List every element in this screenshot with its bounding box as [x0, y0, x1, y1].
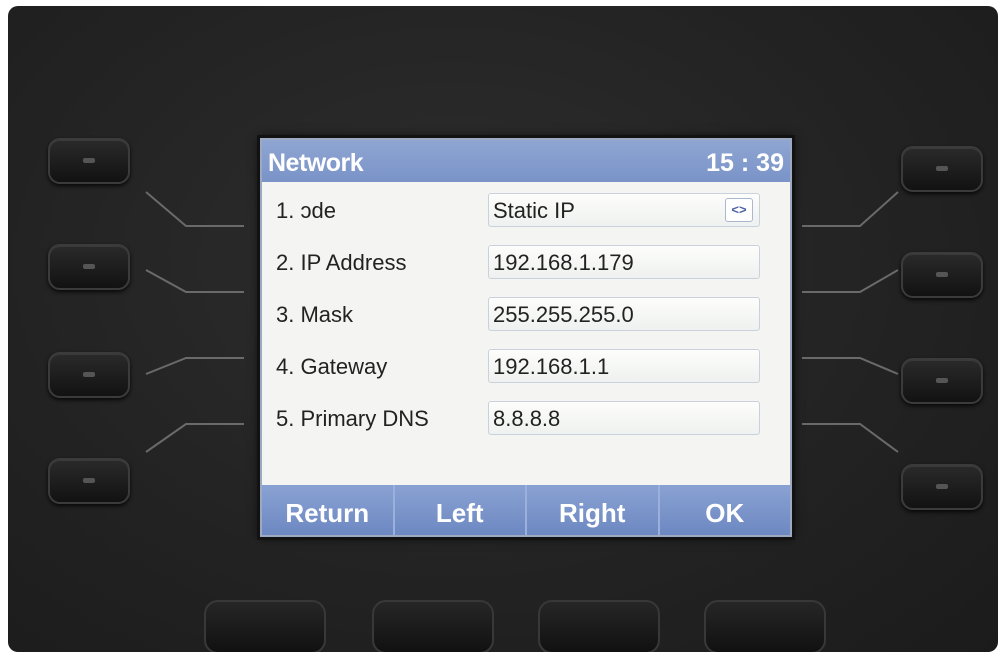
- lcd-screen: Network 15 : 39 1. ɔde Static IP <> 2. I…: [260, 138, 792, 537]
- settings-list: 1. ɔde Static IP <> 2. IP Address 192.16…: [262, 184, 790, 444]
- line-key-right-1[interactable]: [901, 146, 983, 192]
- setting-row-mode[interactable]: 1. ɔde Static IP <>: [262, 184, 790, 236]
- page-title: Network: [268, 149, 364, 177]
- line-key-left-2[interactable]: [48, 244, 130, 290]
- line-key-left-4[interactable]: [48, 458, 130, 504]
- setting-label: 1. ɔde: [276, 198, 336, 223]
- line-key-right-3[interactable]: [901, 358, 983, 404]
- field-value: 192.168.1.1: [493, 354, 610, 379]
- setting-row-ip-address[interactable]: 2. IP Address 192.168.1.179: [262, 236, 790, 288]
- line-key-left-1[interactable]: [48, 138, 130, 184]
- hardware-softkey-3[interactable]: [538, 600, 660, 652]
- line-key-right-4[interactable]: [901, 464, 983, 510]
- hardware-softkey-4[interactable]: [704, 600, 826, 652]
- line-key-left-3[interactable]: [48, 352, 130, 398]
- right-softkey[interactable]: Right: [527, 485, 660, 535]
- setting-row-mask[interactable]: 3. Mask 255.255.255.0: [262, 288, 790, 340]
- field-value: 255.255.255.0: [493, 302, 634, 327]
- field-value: Static IP: [493, 198, 575, 223]
- mask-field[interactable]: 255.255.255.0: [488, 297, 760, 331]
- setting-label: 3. Mask: [276, 302, 354, 327]
- field-value: 8.8.8.8: [493, 406, 561, 431]
- mode-select[interactable]: Static IP <>: [488, 193, 760, 227]
- gateway-field[interactable]: 192.168.1.1: [488, 349, 760, 383]
- left-right-switch-icon[interactable]: <>: [725, 198, 753, 222]
- setting-label: 5. Primary DNS: [276, 406, 429, 431]
- setting-row-gateway[interactable]: 4. Gateway 192.168.1.1: [262, 340, 790, 392]
- setting-label: 2. IP Address: [276, 250, 407, 275]
- primary-dns-field[interactable]: 8.8.8.8: [488, 401, 760, 435]
- ok-softkey[interactable]: OK: [660, 485, 791, 535]
- hardware-softkey-2[interactable]: [372, 600, 494, 652]
- field-value: 192.168.1.179: [493, 250, 634, 275]
- line-key-right-2[interactable]: [901, 252, 983, 298]
- setting-label: 4. Gateway: [276, 354, 388, 379]
- setting-row-primary-dns[interactable]: 5. Primary DNS 8.8.8.8: [262, 392, 790, 444]
- ip-address-field[interactable]: 192.168.1.179: [488, 245, 760, 279]
- hardware-softkey-1[interactable]: [204, 600, 326, 652]
- return-softkey[interactable]: Return: [262, 485, 395, 535]
- phone-body: Network 15 : 39 1. ɔde Static IP <> 2. I…: [8, 6, 998, 652]
- softkey-bar: Return Left Right OK: [262, 485, 790, 535]
- left-softkey[interactable]: Left: [395, 485, 527, 535]
- title-bar: Network 15 : 39: [262, 140, 790, 182]
- clock: 15 : 39: [706, 149, 784, 177]
